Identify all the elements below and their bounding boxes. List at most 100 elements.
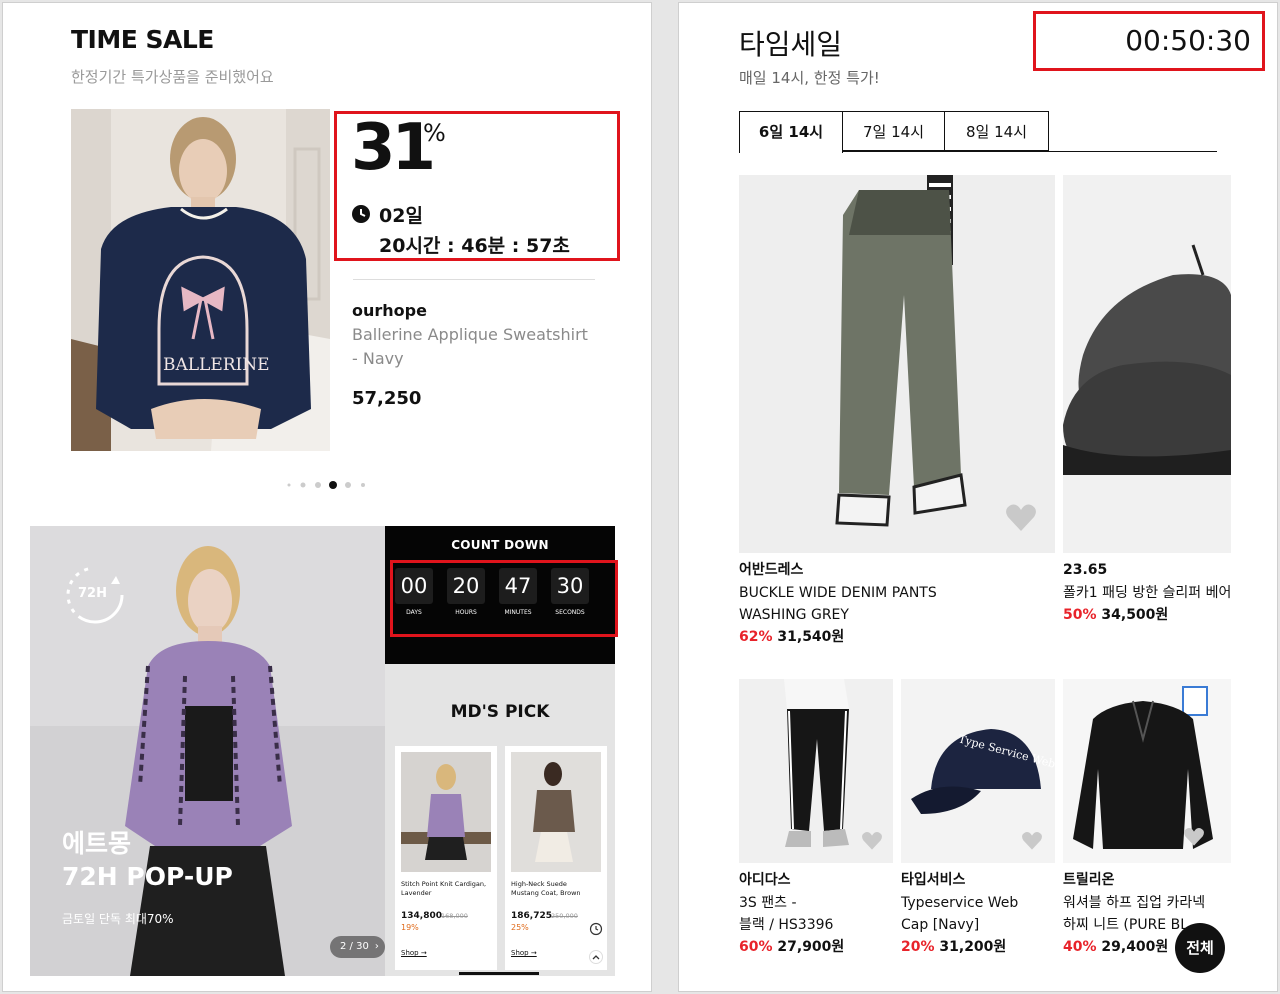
carousel-dots[interactable] [285, 480, 375, 490]
promo-caption: 금토일 단독 최대70% [62, 912, 174, 926]
mds-pick-image-1 [401, 752, 491, 872]
countdown-seconds-value: 30 [551, 568, 589, 604]
product-image-cap[interactable]: Type Service Web [901, 679, 1055, 863]
heart-icon[interactable] [1021, 831, 1043, 851]
product-info-2[interactable]: 23.65 폴카1 패딩 방한 슬리퍼 베어 50% 34,500원 [1063, 561, 1233, 626]
mds-pick-shop-link-2[interactable]: Shop → [511, 949, 537, 957]
product-brand-5: 트릴리온 [1063, 872, 1115, 888]
tab-day-8[interactable]: 8일 14시 [945, 111, 1049, 151]
product-name-3-line1: 3S 팬츠 - [739, 895, 797, 911]
divider [353, 279, 595, 280]
mds-pick-shop-link-1[interactable]: Shop → [401, 949, 427, 957]
product-name-4-line1: Typeservice Web [901, 895, 1019, 911]
mds-pick-title: MD'S PICK [450, 702, 550, 722]
countdown-days-label: DAYS [406, 609, 422, 616]
mds-pick-price-1: 134,800 [401, 911, 442, 921]
promo-pager[interactable]: 2 / 30 › [330, 936, 385, 958]
mds-pick-original-2: 250,000 [551, 912, 578, 920]
product-price-4: 31,200원 [939, 939, 1007, 955]
time-sale-subtitle: 한정기간 특가상품을 준비했어요 [71, 68, 274, 86]
product-price-2: 34,500원 [1101, 607, 1169, 623]
clock-icon [352, 205, 370, 223]
product-brand-3: 아디다스 [739, 872, 791, 888]
product-discount-2: 50% [1063, 607, 1097, 623]
countdown-minutes-label: MINUTES [504, 609, 532, 616]
time-sale-title: TIME SALE [71, 25, 214, 54]
product-brand: ourhope [352, 301, 427, 320]
mds-pick-name-1-line2: Lavender [401, 889, 432, 897]
mds-pick-image-2 [511, 752, 601, 872]
product-brand-1: 어반드레스 [739, 562, 804, 578]
mds-pick-card-1[interactable]: Stitch Point Knit Cardigan, Lavender 134… [395, 746, 497, 970]
tab-day-6[interactable]: 6일 14시 [739, 111, 843, 153]
heart-icon[interactable] [861, 831, 883, 851]
product-price: 57,250 [352, 388, 422, 409]
product-discount-4: 20% [901, 939, 935, 955]
product-discount-5: 40% [1063, 939, 1097, 955]
scroll-top-icon[interactable] [589, 950, 603, 964]
countdown-digit-minutes: 47 MINUTES [499, 568, 537, 616]
countdown-block: COUNT DOWN 00 DAYS 20 HOURS 47 MINUTES 3… [385, 526, 615, 664]
heart-icon[interactable] [1183, 827, 1205, 847]
countdown-digit-days: 00 DAYS [395, 568, 433, 616]
right-title: 타임세일 [739, 28, 843, 61]
product-price-5: 29,400원 [1101, 939, 1169, 955]
tab-day-7[interactable]: 7일 14시 [843, 111, 945, 151]
countdown-digit-hours: 20 HOURS [447, 568, 485, 616]
product-image-denim-pants[interactable] [739, 175, 1055, 553]
right-timer: 00:50:30 [1125, 24, 1251, 57]
mds-pick-name-2: High-Neck Suede Mustang Coat, Brown [511, 880, 603, 898]
countdown-digit-seconds: 30 SECONDS [551, 568, 589, 616]
mds-pick-name-1: Stitch Point Knit Cardigan, Lavender [401, 880, 493, 898]
countdown-days-value: 00 [395, 568, 433, 604]
product-name-line1[interactable]: Ballerine Applique Sweatshirt [352, 325, 588, 344]
discount-percent: 31 [351, 111, 436, 185]
heart-icon[interactable] [1005, 503, 1037, 533]
product-brand-2: 23.65 [1063, 562, 1108, 578]
mds-pick-name-1-line1: Stitch Point Knit Cardigan, [401, 880, 487, 888]
product-name-1-line1: BUCKLE WIDE DENIM PANTS [739, 585, 937, 601]
promo-banner[interactable]: 72H 에트몽 72H POP-UP 금토일 단독 최대70% 2 / 30 › [30, 526, 385, 976]
promo-headline: 72H POP-UP [62, 862, 233, 891]
product-name-2-line1: 폴카1 패딩 방한 슬리퍼 베어 [1063, 585, 1232, 601]
product-image-sweatshirt[interactable]: BALLERINE [71, 109, 330, 451]
left-screenshot-panel: TIME SALE 한정기간 특가상품을 준비했어요 BALLERINE 31 … [2, 2, 652, 992]
countdown-title: COUNT DOWN [451, 538, 549, 552]
product-image-slippers[interactable] [1063, 175, 1231, 553]
product-image-knit[interactable] [1063, 679, 1231, 863]
product-discount-3: 60% [739, 939, 773, 955]
mds-pick-card-2[interactable]: High-Neck Suede Mustang Coat, Brown 186,… [505, 746, 607, 970]
product-brand-4: 타입서비스 [901, 872, 966, 888]
product-price-1: 31,540원 [777, 629, 845, 645]
mds-pick-discount-1: 19% [401, 923, 419, 932]
product-name-5-line1: 워셔블 하프 집업 카라넥 [1063, 895, 1206, 911]
product-info-3[interactable]: 아디다스 3S 팬츠 - 블랙 / HS3396 60% 27,900원 [739, 871, 897, 958]
product-info-4[interactable]: 타입서비스 Typeservice Web Cap [Navy] 20% 31,… [901, 871, 1059, 958]
view-all-button[interactable]: 전체 [1175, 923, 1225, 973]
72h-badge-text: 72H [78, 586, 107, 601]
promo-brand: 에트몽 [62, 829, 132, 858]
discount-percent-sign: % [423, 119, 446, 147]
countdown-hours-value: 20 [447, 568, 485, 604]
right-screenshot-panel: 타임세일 매일 14시, 한정 특가! 00:50:30 6일 14시 7일 1… [678, 2, 1278, 992]
product-image-track-pants[interactable] [739, 679, 893, 863]
sweatshirt-print-text: BALLERINE [163, 355, 270, 375]
mds-pick-block: MD'S PICK Stitch Point Knit Cardigan, La… [385, 664, 615, 976]
product-discount-1: 62% [739, 629, 773, 645]
countdown-minutes-value: 47 [499, 568, 537, 604]
right-subtitle: 매일 14시, 한정 특가! [739, 69, 880, 87]
countdown-hours-label: HOURS [455, 609, 477, 616]
history-icon[interactable] [589, 922, 603, 936]
product-name-line2[interactable]: - Navy [352, 349, 404, 368]
mds-pick-discount-2: 25% [511, 923, 529, 932]
product-name-3-line2: 블랙 / HS3396 [739, 917, 834, 933]
chevron-right-icon: › [374, 941, 379, 952]
mds-pick-name-2-line2: Mustang Coat, Brown [511, 889, 581, 897]
product-name-4-line2: Cap [Navy] [901, 917, 980, 933]
scroll-indicator [459, 972, 539, 975]
timer-hms: 20시간 : 46분 : 57초 [379, 235, 570, 257]
promo-pager-text: 2 / 30 [340, 941, 369, 952]
timer-days: 02일 [379, 205, 423, 227]
product-info-1[interactable]: 어반드레스 BUCKLE WIDE DENIM PANTS WASHING GR… [739, 561, 1059, 648]
mds-pick-price-2: 186,725 [511, 911, 552, 921]
